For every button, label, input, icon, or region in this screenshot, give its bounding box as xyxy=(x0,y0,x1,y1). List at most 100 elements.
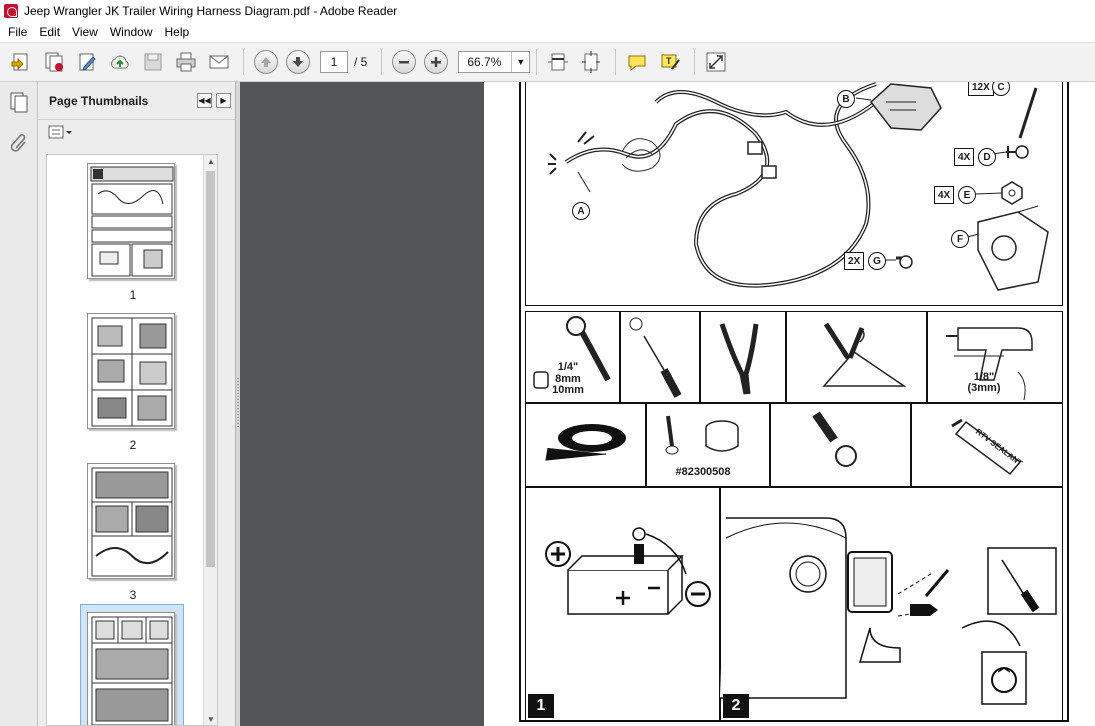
thumbnail-label: 1 xyxy=(129,288,137,302)
highlighter-icon: T xyxy=(661,54,681,70)
pages-icon xyxy=(10,92,28,113)
drill-bit-mm-label: (3mm) xyxy=(967,382,1001,394)
edit-pdf-button[interactable] xyxy=(72,47,102,77)
envelope-icon xyxy=(209,55,229,69)
save-button[interactable] xyxy=(138,47,168,77)
page-thumbnails-toggle[interactable] xyxy=(0,82,38,122)
thumbnail-image xyxy=(91,317,173,427)
thumbnails-list[interactable]: 1 2 3 ▲ ▼ xyxy=(46,154,218,726)
fit-width-button[interactable] xyxy=(543,47,573,77)
email-button[interactable] xyxy=(204,47,234,77)
thumbnails-title: Page Thumbnails xyxy=(49,93,149,108)
grommet-part-number: #82300508 xyxy=(675,466,731,478)
parts-panel: A B 12X C 4X D 4X E F 2X G xyxy=(525,82,1063,306)
options-menu-button[interactable] xyxy=(48,124,74,140)
part-label-f: F xyxy=(951,230,969,248)
paperclip-icon xyxy=(10,134,26,152)
edit-pdf-icon xyxy=(79,53,96,71)
print-button[interactable] xyxy=(171,47,201,77)
menu-window[interactable]: Window xyxy=(104,23,159,41)
page-number-input[interactable]: 1 xyxy=(320,51,348,73)
title-bar: Jeep Wrangler JK Trailer Wiring Harness … xyxy=(0,0,1095,22)
zoom-value: 66.7% xyxy=(467,55,502,69)
navigation-pane-strip xyxy=(0,82,38,726)
step-2-badge: 2 xyxy=(723,694,749,718)
steps-illustration xyxy=(545,517,1057,705)
document-viewport[interactable]: A B 12X C 4X D 4X E F 2X G 1/4" 8mm 10mm… xyxy=(240,82,1095,726)
thumbnail-page-4[interactable] xyxy=(87,612,175,725)
toolbar-separator xyxy=(615,49,617,75)
socket-drive-label: 1/4" xyxy=(557,361,579,373)
thumbnail-page-2[interactable] xyxy=(87,313,175,429)
menu-file[interactable]: File xyxy=(2,23,33,41)
cloud-upload-icon xyxy=(111,55,129,69)
toolbar: 1 / 5 66.7% ▼ T xyxy=(0,42,1095,82)
attachments-toggle[interactable] xyxy=(0,122,38,162)
scrollbar-thumb[interactable] xyxy=(206,171,215,567)
fit-page-button[interactable] xyxy=(576,47,606,77)
zoom-out-button[interactable] xyxy=(392,50,417,74)
chevron-right-icon: ▶ xyxy=(220,96,227,105)
minus-icon xyxy=(399,61,410,64)
part-label-e: E xyxy=(958,186,976,204)
arrow-down-icon xyxy=(293,57,303,67)
part-qty-g: 2X xyxy=(844,252,865,270)
menu-view[interactable]: View xyxy=(66,23,104,41)
socket-10mm-label: 10mm xyxy=(552,384,584,396)
part-label-b: B xyxy=(837,90,855,108)
create-pdf-button[interactable] xyxy=(6,47,36,77)
steps-panel: 1 2 xyxy=(525,487,1063,721)
highlight-button[interactable]: T xyxy=(655,47,685,77)
scroll-up-icon[interactable]: ▲ xyxy=(204,155,217,169)
toolbar-separator xyxy=(536,49,538,75)
speech-bubble-icon xyxy=(628,55,646,72)
menu-edit[interactable]: Edit xyxy=(33,23,66,41)
part-label-g: G xyxy=(868,252,886,270)
part-qty-e: 4X xyxy=(934,186,955,204)
save-icon xyxy=(144,53,162,71)
thumbnails-header: Page Thumbnails ◀◀ ▶ xyxy=(38,82,235,120)
zoom-in-button[interactable] xyxy=(424,50,449,74)
grip-icon xyxy=(237,378,239,428)
part-qty-d: 4X xyxy=(954,148,975,166)
thumbnails-options xyxy=(38,120,235,144)
arrow-up-icon xyxy=(261,57,271,67)
printer-icon xyxy=(176,52,196,72)
thumbnail-image xyxy=(90,166,174,277)
tools-row-2: #82300508 RTV SEALANT xyxy=(525,403,1063,487)
thumbnails-scrollbar[interactable]: ▲ ▼ xyxy=(203,155,217,725)
fit-page-icon xyxy=(582,51,601,73)
double-chevron-left-icon: ◀◀ xyxy=(198,96,211,105)
toolbar-separator xyxy=(243,49,244,75)
part-label-d: D xyxy=(978,148,996,166)
tools-illustration-2 xyxy=(545,411,1022,476)
options-list-icon xyxy=(48,125,72,139)
thumbnail-image xyxy=(91,616,173,725)
combine-files-icon xyxy=(45,52,63,72)
menu-bar: File Edit View Window Help xyxy=(0,22,1095,42)
adobe-reader-icon xyxy=(4,4,18,18)
scroll-down-icon[interactable]: ▼ xyxy=(204,713,217,725)
menu-help[interactable]: Help xyxy=(159,23,196,41)
thumbnail-page-3[interactable] xyxy=(87,463,175,579)
fullscreen-button[interactable] xyxy=(701,47,731,77)
step-1-badge: 1 xyxy=(528,694,554,718)
thumbnail-label: 2 xyxy=(129,438,137,452)
part-label-a: A xyxy=(572,202,590,220)
collapse-panel-button[interactable]: ◀◀ xyxy=(197,93,212,108)
thumbnail-page-1[interactable] xyxy=(87,163,175,279)
upload-button[interactable] xyxy=(105,47,135,77)
window-title: Jeep Wrangler JK Trailer Wiring Harness … xyxy=(24,4,398,18)
parts-illustration xyxy=(548,82,1049,291)
part-qty-c: 12X xyxy=(968,82,994,96)
panel-next-button[interactable]: ▶ xyxy=(216,93,231,108)
toolbar-separator xyxy=(381,49,383,75)
comment-button[interactable] xyxy=(622,47,652,77)
previous-page-button[interactable] xyxy=(254,50,278,74)
toolbar-separator xyxy=(694,49,696,75)
thumbnail-label: 3 xyxy=(129,588,137,602)
zoom-select[interactable]: 66.7% ▼ xyxy=(458,51,531,73)
chevron-down-icon[interactable]: ▼ xyxy=(511,52,529,72)
combine-files-button[interactable] xyxy=(39,47,69,77)
next-page-button[interactable] xyxy=(286,50,310,74)
